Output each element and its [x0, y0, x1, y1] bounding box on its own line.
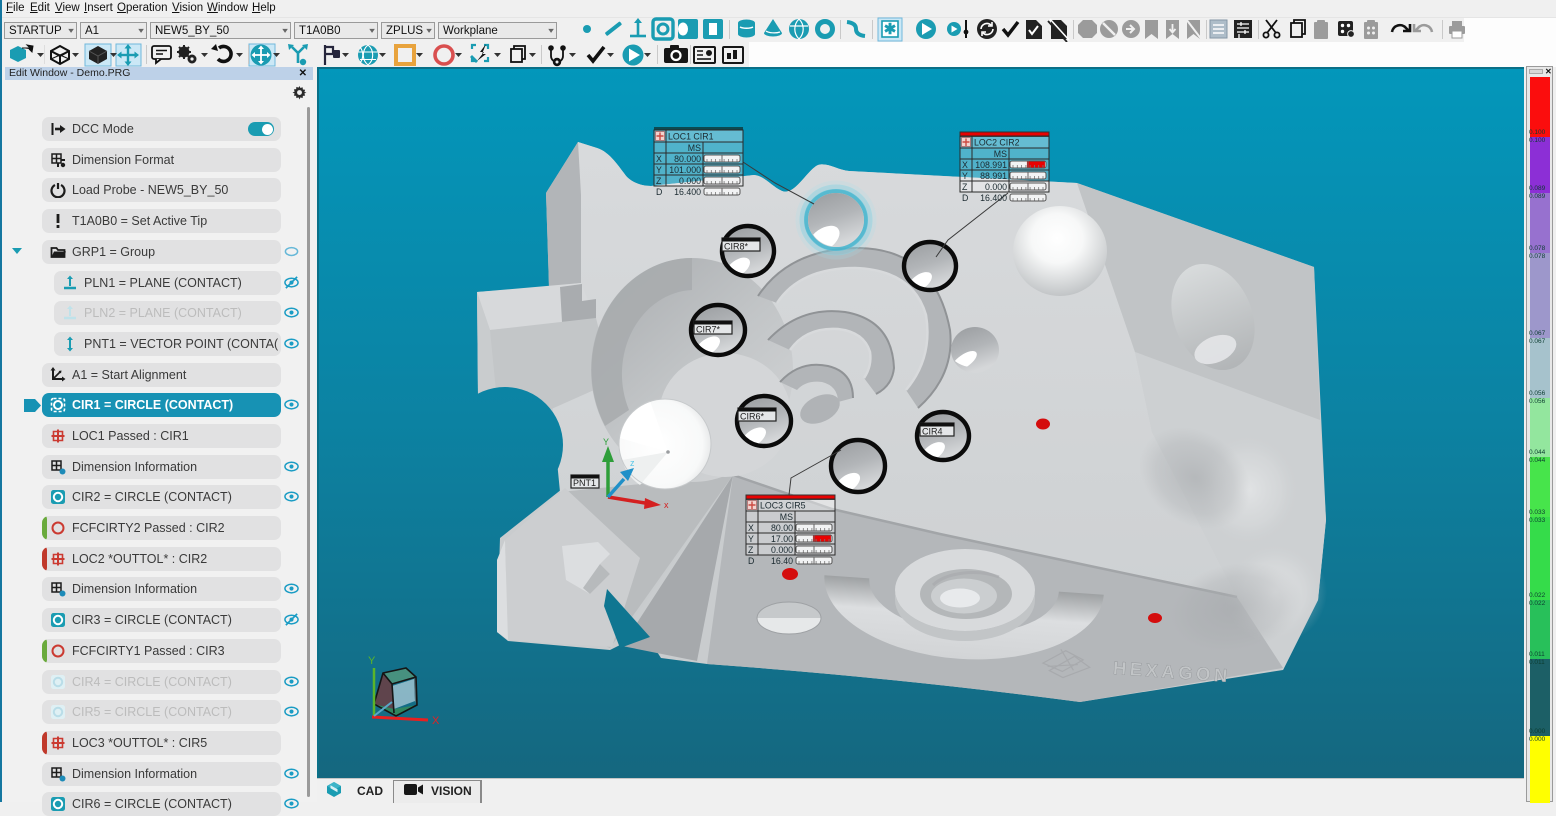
svg-text:88.991: 88.991: [980, 171, 1007, 181]
svg-text:0.000: 0.000: [771, 545, 793, 555]
svg-text:Y: Y: [603, 437, 609, 447]
svg-text:z: z: [630, 458, 635, 468]
svg-text:0.000: 0.000: [679, 176, 701, 186]
svg-text:80.000: 80.000: [674, 154, 701, 164]
svg-text:CIR6*: CIR6*: [740, 412, 765, 422]
svg-text:CIR8*: CIR8*: [724, 242, 749, 252]
svg-text:✱: ✱: [884, 21, 897, 38]
svg-text:D: D: [656, 187, 662, 197]
svg-text:MS: MS: [994, 149, 1007, 159]
svg-text:17.00: 17.00: [771, 534, 793, 544]
svg-text:MS: MS: [780, 512, 793, 522]
svg-text:MS: MS: [688, 143, 701, 153]
svg-text:LOC3 CIR5: LOC3 CIR5: [760, 501, 806, 511]
svg-text:Z: Z: [656, 176, 662, 186]
svg-text:LOC2 CIR2: LOC2 CIR2: [974, 138, 1020, 148]
svg-text:x: x: [664, 500, 669, 510]
svg-text:Z: Z: [748, 545, 754, 555]
svg-text:D: D: [748, 556, 754, 566]
svg-text:16.400: 16.400: [674, 187, 701, 197]
svg-text:CIR7*: CIR7*: [696, 325, 721, 335]
svg-text:0.000: 0.000: [985, 182, 1007, 192]
svg-text:X: X: [432, 715, 440, 727]
svg-text:108.991: 108.991: [975, 160, 1007, 170]
svg-text:Z: Z: [962, 182, 968, 192]
svg-text:PNT1: PNT1: [573, 478, 596, 488]
svg-text:X: X: [656, 154, 662, 164]
svg-text:16.40: 16.40: [771, 556, 793, 566]
svg-text:Y: Y: [748, 534, 754, 544]
svg-text:101.000: 101.000: [669, 165, 701, 175]
svg-text:D: D: [962, 193, 968, 203]
svg-text:80.00: 80.00: [771, 523, 793, 533]
svg-text:Y: Y: [368, 655, 376, 667]
svg-text:16.400: 16.400: [980, 193, 1007, 203]
svg-text:X: X: [962, 160, 968, 170]
svg-text:LOC1 CIR1: LOC1 CIR1: [668, 132, 714, 142]
svg-text:CIR4: CIR4: [922, 427, 943, 437]
svg-text:X: X: [748, 523, 754, 533]
svg-text:Y: Y: [656, 165, 662, 175]
svg-text:Y: Y: [962, 171, 968, 181]
